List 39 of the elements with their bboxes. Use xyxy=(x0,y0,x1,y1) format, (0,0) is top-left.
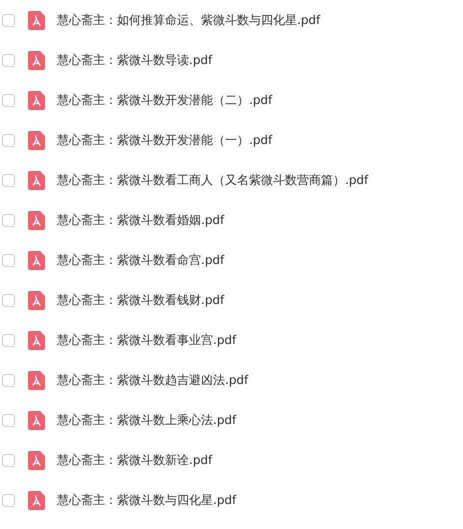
file-name[interactable]: 慧心斋主：紫微斗数看工商人（又名紫微斗数营商篇）.pdf xyxy=(57,171,368,189)
file-name[interactable]: 慧心斋主：紫微斗数看事业宫.pdf xyxy=(57,331,236,349)
file-name[interactable]: 慧心斋主：如何推算命运、紫微斗数与四化星.pdf xyxy=(57,11,320,29)
file-name[interactable]: 慧心斋主：紫微斗数开发潜能（二）.pdf xyxy=(57,91,272,109)
pdf-file-icon xyxy=(28,50,45,70)
checkbox[interactable] xyxy=(2,94,15,106)
checkbox[interactable] xyxy=(2,254,15,266)
pdf-file-icon xyxy=(28,450,45,470)
file-name[interactable]: 慧心斋主：紫微斗数看婚姻.pdf xyxy=(57,211,224,229)
pdf-file-icon xyxy=(28,290,45,310)
pdf-file-icon xyxy=(28,10,45,30)
checkbox[interactable] xyxy=(2,134,15,146)
pdf-file-icon xyxy=(28,490,45,510)
file-name[interactable]: 慧心斋主：紫微斗数上乘心法.pdf xyxy=(57,411,236,429)
checkbox[interactable] xyxy=(2,414,15,426)
checkbox[interactable] xyxy=(2,494,15,506)
file-name[interactable]: 慧心斋主：紫微斗数开发潜能（一）.pdf xyxy=(57,131,272,149)
file-name[interactable]: 慧心斋主：紫微斗数与四化星.pdf xyxy=(57,491,236,509)
pdf-file-icon xyxy=(28,370,45,390)
pdf-file-icon xyxy=(28,210,45,230)
file-name[interactable]: 慧心斋主：紫微斗数导读.pdf xyxy=(57,51,212,69)
checkbox[interactable] xyxy=(2,294,15,306)
file-name[interactable]: 慧心斋主：紫微斗数看钱财.pdf xyxy=(57,291,224,309)
checkbox[interactable] xyxy=(2,454,15,466)
checkbox[interactable] xyxy=(2,174,15,186)
pdf-file-icon xyxy=(28,250,45,270)
checkbox[interactable] xyxy=(2,334,15,346)
checkbox[interactable] xyxy=(2,214,15,226)
pdf-file-icon xyxy=(28,130,45,150)
file-name[interactable]: 慧心斋主：紫微斗数新诠.pdf xyxy=(57,451,212,469)
checkbox[interactable] xyxy=(2,54,15,66)
file-name[interactable]: 慧心斋主：紫微斗数看命宫.pdf xyxy=(57,251,224,269)
file-name[interactable]: 慧心斋主：紫微斗数趋吉避凶法.pdf xyxy=(57,371,248,389)
checkbox[interactable] xyxy=(2,14,15,26)
pdf-file-icon xyxy=(28,410,45,430)
checkbox[interactable] xyxy=(2,374,15,386)
pdf-file-icon xyxy=(28,330,45,350)
pdf-file-icon xyxy=(28,90,45,110)
pdf-file-icon xyxy=(28,170,45,190)
